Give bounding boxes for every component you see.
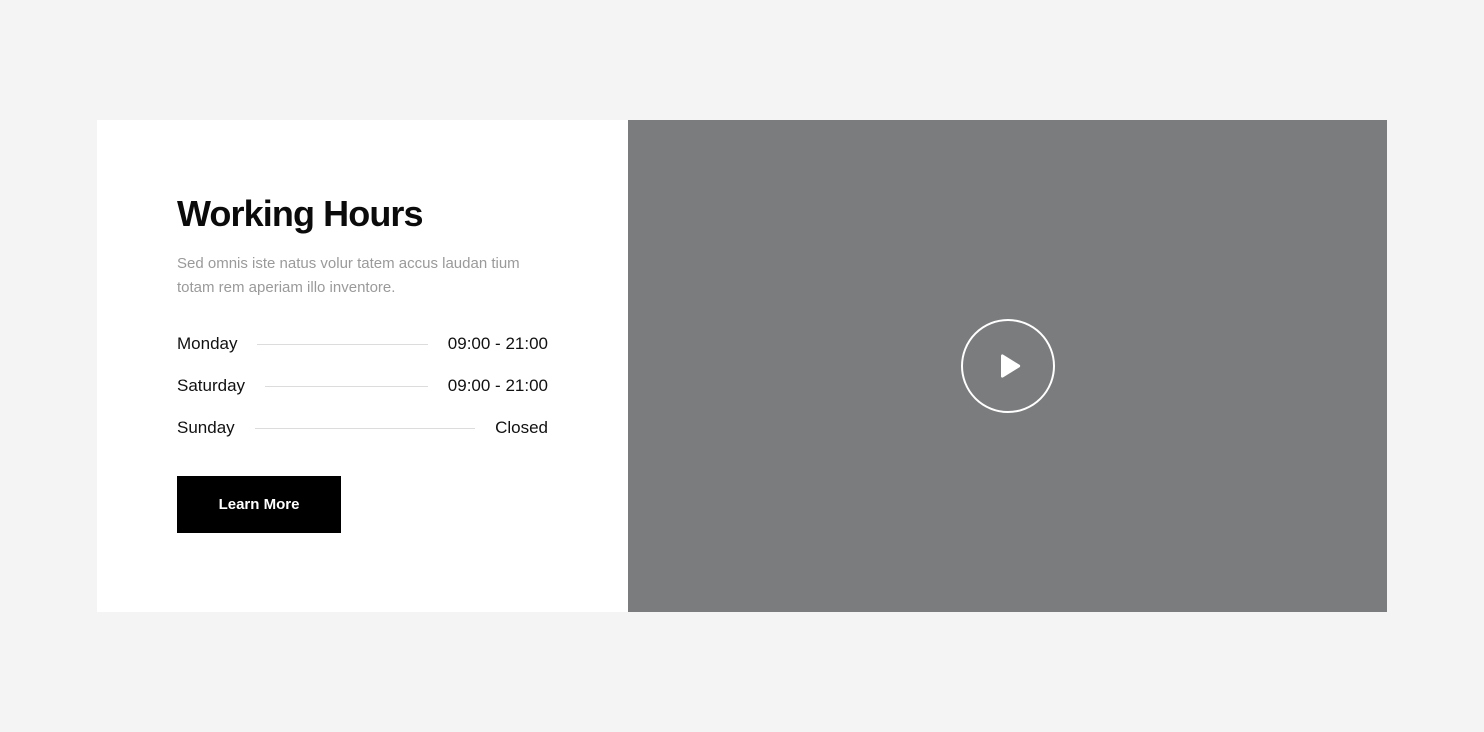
day-label: Saturday	[177, 376, 246, 395]
section-title: Working Hours	[177, 193, 424, 234]
video-panel[interactable]	[628, 120, 1387, 612]
hours-list: Monday 09:00 - 21:00 Saturday 09:00 - 21…	[177, 323, 548, 449]
time-value: 09:00 - 21:00	[447, 334, 548, 353]
day-label: Sunday	[177, 418, 235, 437]
dotted-divider	[265, 385, 428, 387]
learn-more-button[interactable]: Learn More	[177, 476, 341, 533]
play-icon	[1001, 354, 1021, 378]
working-hours-section: Working Hours Sed omnis iste natus volur…	[97, 120, 1387, 612]
day-label: Monday	[177, 334, 238, 353]
hours-row-monday: Monday 09:00 - 21:00	[177, 323, 548, 365]
dotted-divider	[254, 427, 476, 429]
time-value: 09:00 - 21:00	[447, 376, 548, 395]
hours-row-sunday: Sunday Closed	[177, 407, 548, 449]
play-button[interactable]	[961, 319, 1055, 413]
dotted-divider	[257, 343, 428, 345]
time-value: Closed	[495, 418, 548, 437]
section-description: Sed omnis iste natus volur tatem accus l…	[177, 255, 520, 296]
hours-row-saturday: Saturday 09:00 - 21:00	[177, 365, 548, 407]
working-hours-card: Working Hours Sed omnis iste natus volur…	[97, 120, 628, 612]
